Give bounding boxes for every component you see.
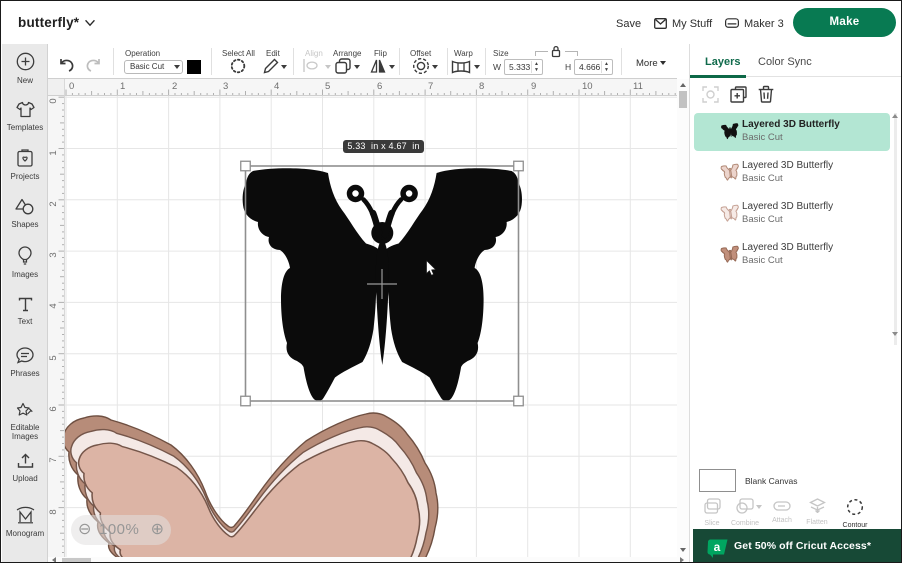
svg-text:a: a bbox=[714, 540, 721, 554]
